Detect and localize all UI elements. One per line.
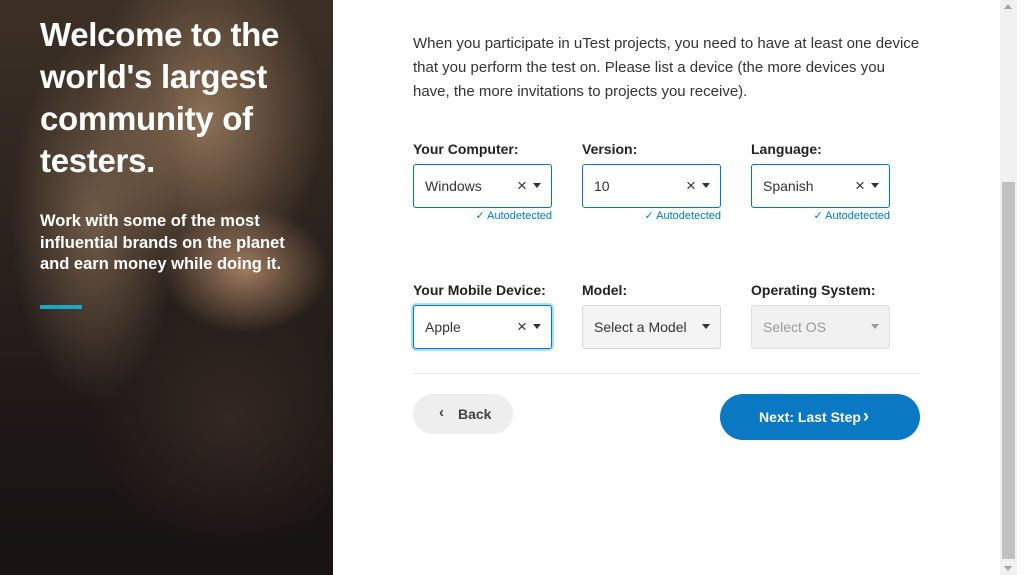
back-button[interactable]: ‹ Back	[413, 394, 513, 434]
intro-text: When you participate in uTest projects, …	[413, 35, 920, 100]
check-icon: ✓	[813, 210, 823, 222]
os-field: Operating System: Select OS	[751, 281, 890, 349]
language-label: Language:	[751, 141, 822, 157]
autodetected-label: Autodetected	[825, 210, 890, 222]
scroll-down-icon[interactable]	[1004, 566, 1012, 571]
close-icon[interactable]: ×	[684, 177, 698, 194]
close-icon[interactable]: ×	[515, 318, 529, 335]
mobile-device-field: Your Mobile Device: Apple ×	[413, 281, 552, 349]
mobile-device-select[interactable]: Apple ×	[413, 305, 552, 349]
chevron-left-icon: ‹	[439, 404, 444, 421]
computer-label: Your Computer:	[413, 141, 519, 157]
computer-select[interactable]: Windows ×	[413, 164, 552, 208]
chevron-down-icon[interactable]	[871, 183, 879, 188]
computer-value: Windows	[425, 178, 482, 194]
mobile-device-label: Your Mobile Device:	[413, 282, 546, 298]
os-select: Select OS	[751, 305, 890, 349]
version-value: 10	[594, 178, 610, 194]
chevron-down-icon[interactable]	[702, 324, 710, 329]
model-field: Model: Select a Model	[582, 281, 721, 349]
scrollbar-thumb[interactable]	[1002, 182, 1015, 559]
scroll-up-icon[interactable]	[1004, 4, 1012, 9]
hero-accent-bar	[40, 305, 82, 309]
check-icon: ✓	[475, 210, 485, 222]
close-icon[interactable]: ×	[853, 177, 867, 194]
language-select[interactable]: Spanish ×	[751, 164, 890, 208]
version-label: Version:	[582, 141, 638, 157]
language-autodetected: ✓ Autodetected	[813, 209, 890, 223]
version-autodetected: ✓ Autodetected	[644, 209, 721, 223]
model-label: Model:	[582, 282, 628, 298]
computer-field: Your Computer: Windows × ✓ Autodetected	[413, 140, 552, 222]
model-select[interactable]: Select a Model	[582, 305, 721, 349]
hero-title: Welcome to the world's largest community…	[40, 16, 280, 179]
language-field: Language: Spanish × ✓ Autodetected	[751, 140, 890, 222]
autodetected-label: Autodetected	[487, 210, 552, 222]
os-label: Operating System:	[751, 282, 876, 298]
language-value: Spanish	[763, 178, 814, 194]
hero-subtitle: Work with some of the most influential b…	[40, 212, 285, 273]
chevron-right-icon: ›	[863, 406, 869, 426]
os-placeholder: Select OS	[763, 319, 827, 335]
next-button-label: Next: Last Step	[759, 409, 861, 425]
form-divider	[413, 373, 920, 374]
close-icon[interactable]: ×	[515, 177, 529, 194]
chevron-down-icon	[871, 324, 879, 329]
autodetected-label: Autodetected	[656, 210, 721, 222]
back-button-label: Back	[458, 406, 492, 422]
mobile-device-value: Apple	[425, 319, 461, 335]
model-placeholder: Select a Model	[594, 319, 687, 335]
chevron-down-icon[interactable]	[533, 183, 541, 188]
version-select[interactable]: 10 ×	[582, 164, 721, 208]
computer-autodetected: ✓ Autodetected	[475, 209, 552, 223]
hero-panel: Welcome to the world's largest community…	[0, 0, 333, 575]
chevron-down-icon[interactable]	[702, 183, 710, 188]
version-field: Version: 10 × ✓ Autodetected	[582, 140, 721, 222]
next-button[interactable]: Next: Last Step ›	[720, 394, 920, 440]
check-icon: ✓	[644, 210, 654, 222]
chevron-down-icon[interactable]	[533, 324, 541, 329]
